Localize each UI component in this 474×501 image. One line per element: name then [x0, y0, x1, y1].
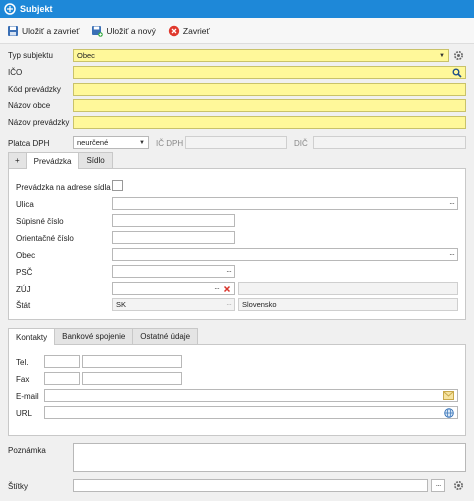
at-seat-checkbox[interactable]	[112, 180, 123, 191]
postal-code-input[interactable]: ···	[112, 265, 235, 278]
state-name-value: Slovensko	[242, 300, 277, 309]
state-code-value: SK	[116, 300, 127, 309]
postal-code-label: PSČ	[16, 268, 33, 277]
vat-payer-label: Platca DPH	[8, 139, 50, 148]
chevron-down-icon: ▼	[139, 139, 145, 146]
street-input[interactable]: ···	[112, 197, 458, 210]
address-tabs: + Prevádzka Sídlo	[8, 152, 113, 169]
tags-input[interactable]	[73, 479, 428, 492]
ic-dph-label: IČ DPH	[156, 139, 184, 148]
tel-label: Tel.	[16, 358, 29, 367]
municipality-label: Obec	[16, 251, 36, 260]
tab-add-address[interactable]: +	[8, 152, 27, 168]
municipality-name-input[interactable]	[73, 99, 466, 112]
vat-payer-select[interactable]: neurčené ▼	[73, 136, 149, 149]
more-icon[interactable]: ···	[447, 250, 455, 259]
save-close-label: Uložiť a zavrieť	[22, 25, 80, 36]
establishment-code-label: Kód prevádzky	[8, 85, 61, 94]
note-textarea[interactable]	[73, 443, 466, 472]
subject-type-settings-button[interactable]	[452, 49, 465, 62]
tags-settings-button[interactable]	[452, 479, 465, 492]
ico-label: IČO	[8, 68, 23, 77]
zuj-input[interactable]: ···	[112, 282, 235, 295]
orientation-no-label: Orientačné číslo	[16, 234, 74, 243]
save-new-icon	[92, 25, 104, 37]
tel-prefix-input[interactable]	[44, 355, 80, 368]
gear-icon	[454, 481, 463, 490]
note-label: Poznámka	[8, 446, 46, 455]
title-bar: Subjekt	[0, 0, 474, 18]
search-icon[interactable]	[452, 68, 462, 78]
contact-tabs: Kontakty Bankové spojenie Ostatné údaje	[8, 328, 199, 345]
tab-establishment[interactable]: Prevádzka	[25, 152, 80, 169]
establishment-name-label: Názov prevádzky	[8, 118, 70, 127]
state-label: Štát	[16, 301, 31, 310]
window-title: Subjekt	[20, 4, 53, 14]
app-logo-icon	[4, 3, 16, 15]
url-input[interactable]	[44, 406, 458, 419]
ic-dph-input[interactable]	[185, 136, 287, 149]
clear-x-icon[interactable]	[223, 285, 231, 293]
tab-seat[interactable]: Sídlo	[78, 152, 113, 168]
chevron-down-icon: ▼	[439, 52, 445, 59]
zuj-label: ZÚJ	[16, 285, 31, 294]
orientation-no-input[interactable]	[112, 231, 235, 244]
tags-more-button[interactable]: ···	[431, 479, 445, 492]
street-label: Ulica	[16, 200, 34, 209]
fax-label: Fax	[16, 375, 30, 384]
municipality-name-label: Názov obce	[8, 101, 51, 110]
more-icon[interactable]: ···	[224, 300, 232, 309]
establishment-name-input[interactable]	[73, 116, 466, 129]
close-button[interactable]: Zavrieť	[165, 23, 213, 39]
close-circle-icon	[168, 25, 180, 36]
tags-label: Štítky	[8, 482, 29, 491]
save-icon	[8, 25, 18, 36]
state-code-input[interactable]: SK ···	[112, 298, 235, 311]
gear-icon	[454, 51, 463, 60]
envelope-icon[interactable]	[443, 391, 454, 400]
zuj-name-display	[238, 282, 458, 295]
subject-type-label: Typ subjektu	[8, 51, 53, 60]
toolbar: Uložiť a zavrieť Uložiť a nový Zavrieť	[0, 18, 474, 44]
fax-input[interactable]	[82, 372, 182, 385]
registry-no-input[interactable]	[112, 214, 235, 227]
save-close-button[interactable]: Uložiť a zavrieť	[4, 23, 82, 39]
ico-input[interactable]	[73, 66, 466, 79]
fax-prefix-input[interactable]	[44, 372, 80, 385]
subject-type-value: Obec	[77, 51, 95, 60]
subject-type-select[interactable]: Obec ▼	[73, 49, 449, 62]
more-icon[interactable]: ···	[224, 267, 232, 276]
registry-no-label: Súpisné číslo	[16, 217, 64, 226]
state-name-display: Slovensko	[238, 298, 458, 311]
url-label: URL	[16, 409, 33, 418]
more-icon: ···	[435, 481, 442, 490]
globe-icon[interactable]	[444, 407, 454, 418]
save-new-label: Uložiť a nový	[106, 25, 156, 36]
tab-other[interactable]: Ostatné údaje	[132, 328, 199, 344]
dic-label: DIČ	[294, 139, 308, 148]
email-label: E-mail	[16, 392, 39, 401]
vat-payer-value: neurčené	[77, 138, 109, 147]
more-icon[interactable]: ···	[447, 199, 455, 208]
email-input[interactable]	[44, 389, 458, 402]
establishment-code-input[interactable]	[73, 83, 466, 96]
close-label: Zavrieť	[182, 25, 210, 36]
tab-bank[interactable]: Bankové spojenie	[54, 328, 134, 344]
save-new-button[interactable]: Uložiť a nový	[88, 23, 159, 39]
tel-input[interactable]	[82, 355, 182, 368]
municipality-input[interactable]: ···	[112, 248, 458, 261]
at-seat-label: Prevádzka na adrese sídla	[16, 183, 111, 192]
dic-input[interactable]	[313, 136, 466, 149]
tab-contacts[interactable]: Kontakty	[8, 328, 56, 345]
more-icon[interactable]: ···	[212, 284, 220, 293]
